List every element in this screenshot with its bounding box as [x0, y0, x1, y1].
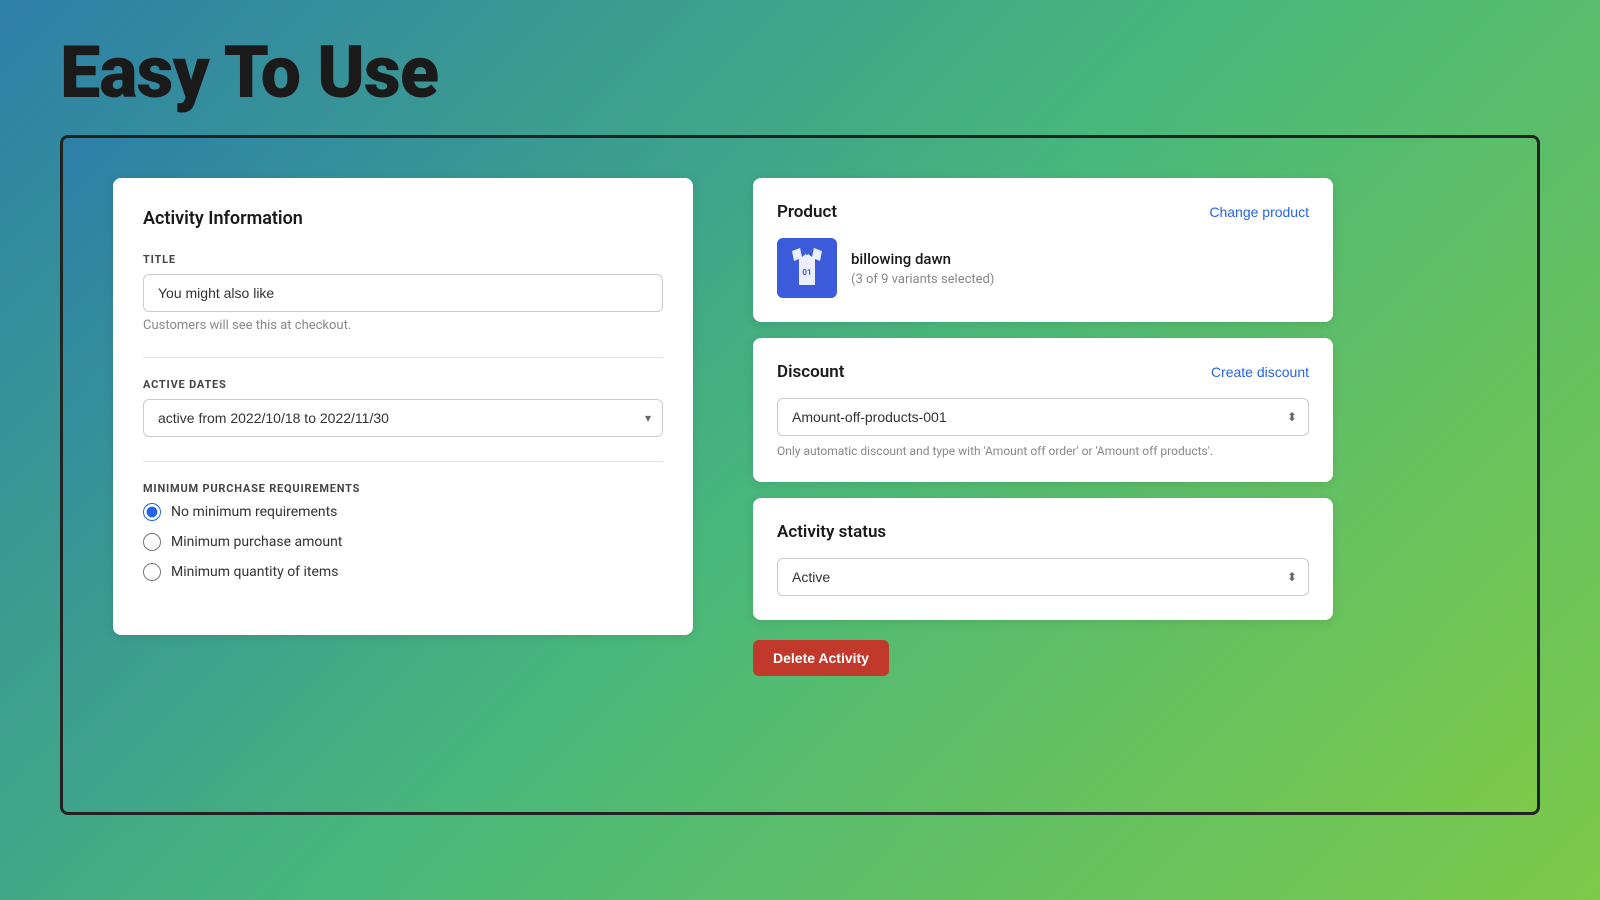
product-variants: (3 of 9 variants selected) [851, 272, 994, 287]
right-panel: Product Change product 01 billowing dawn… [753, 178, 1333, 772]
discount-card: Discount Create discount Amount-off-prod… [753, 338, 1333, 482]
discount-hint: Only automatic discount and type with 'A… [777, 444, 1309, 458]
divider-2 [143, 461, 663, 462]
divider-1 [143, 357, 663, 358]
status-card-header: Activity status [777, 522, 1309, 542]
product-image: 01 [777, 238, 837, 298]
discount-section-title: Discount [777, 362, 844, 382]
radio-no-min-input[interactable] [143, 503, 161, 521]
svg-text:01: 01 [802, 268, 811, 277]
product-card-header: Product Change product [777, 202, 1309, 222]
radio-min-amount-label: Minimum purchase amount [171, 534, 342, 550]
create-discount-button[interactable]: Create discount [1211, 364, 1309, 380]
min-purchase-field-group: MINIMUM PURCHASE REQUIREMENTS No minimum… [143, 482, 663, 581]
active-dates-field-group: ACTIVE DATES active from 2022/10/18 to 2… [143, 378, 663, 437]
radio-min-amount[interactable]: Minimum purchase amount [143, 533, 663, 551]
title-hint: Customers will see this at checkout. [143, 318, 663, 333]
activity-status-card: Activity status Active Inactive ⬍ [753, 498, 1333, 620]
radio-min-amount-input[interactable] [143, 533, 161, 551]
min-purchase-label: MINIMUM PURCHASE REQUIREMENTS [143, 482, 663, 495]
active-dates-select-wrapper: active from 2022/10/18 to 2022/11/30 ▾ [143, 399, 663, 437]
radio-group: No minimum requirements Minimum purchase… [143, 503, 663, 581]
product-details: billowing dawn (3 of 9 variants selected… [851, 250, 994, 287]
activity-info-title: Activity Information [143, 208, 663, 229]
active-dates-select[interactable]: active from 2022/10/18 to 2022/11/30 [143, 399, 663, 437]
radio-min-qty-input[interactable] [143, 563, 161, 581]
discount-card-header: Discount Create discount [777, 362, 1309, 382]
status-select[interactable]: Active Inactive [777, 558, 1309, 596]
title-field-group: TITLE Customers will see this at checkou… [143, 253, 663, 333]
product-name: billowing dawn [851, 250, 994, 268]
status-select-wrapper: Active Inactive ⬍ [777, 558, 1309, 596]
product-info: 01 billowing dawn (3 of 9 variants selec… [777, 238, 1309, 298]
delete-activity-button[interactable]: Delete Activity [753, 640, 889, 676]
radio-min-qty-label: Minimum quantity of items [171, 564, 338, 580]
page-title: Easy To Use [0, 0, 1600, 135]
radio-no-min-label: No minimum requirements [171, 504, 337, 520]
left-panel: Activity Information TITLE Customers wil… [113, 178, 693, 772]
product-card: Product Change product 01 billowing dawn… [753, 178, 1333, 322]
change-product-button[interactable]: Change product [1209, 204, 1309, 220]
main-container: Activity Information TITLE Customers wil… [60, 135, 1540, 815]
status-section-title: Activity status [777, 522, 886, 542]
title-label: TITLE [143, 253, 663, 266]
title-input[interactable] [143, 274, 663, 312]
active-dates-label: ACTIVE DATES [143, 378, 663, 391]
radio-min-qty[interactable]: Minimum quantity of items [143, 563, 663, 581]
activity-info-card: Activity Information TITLE Customers wil… [113, 178, 693, 635]
jersey-icon: 01 [782, 243, 832, 293]
radio-no-min[interactable]: No minimum requirements [143, 503, 663, 521]
discount-select[interactable]: Amount-off-products-001 Amount-off-order… [777, 398, 1309, 436]
product-section-title: Product [777, 202, 837, 222]
discount-select-wrapper: Amount-off-products-001 Amount-off-order… [777, 398, 1309, 436]
